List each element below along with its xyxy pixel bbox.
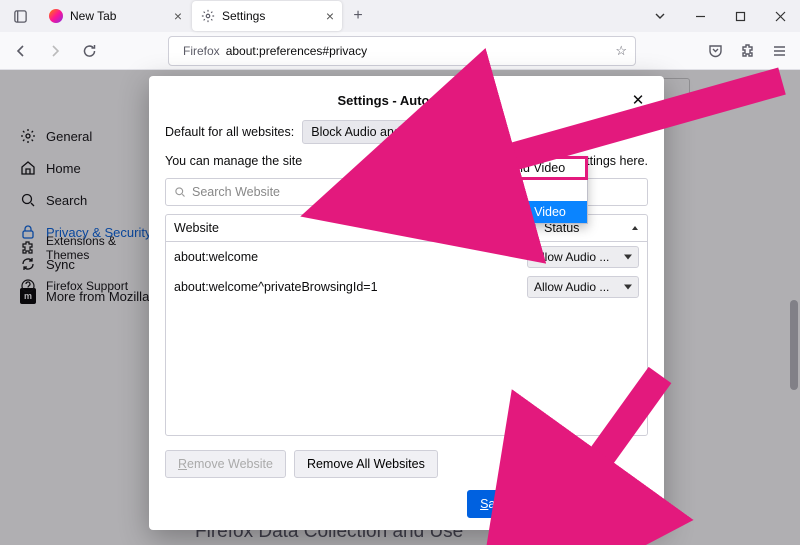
remove-website-button[interactable]: Remove Website (165, 450, 286, 478)
table-row[interactable]: about:welcome^privateBrowsingId=1 Allow … (166, 272, 647, 302)
table-row[interactable]: about:welcome Allow Audio ... (166, 242, 647, 272)
tab-new-tab[interactable]: New Tab × (40, 1, 190, 31)
forward-button[interactable] (40, 36, 70, 66)
manage-text: You can manage the site (165, 154, 302, 168)
maximize-button[interactable] (720, 0, 760, 32)
default-autoplay-select[interactable]: Block Audio and Video (302, 120, 472, 144)
close-icon[interactable]: × (174, 8, 182, 24)
extensions-icon[interactable] (732, 36, 762, 66)
back-button[interactable] (6, 36, 36, 66)
reload-button[interactable] (74, 36, 104, 66)
firefox-icon (48, 8, 64, 24)
websites-table: Website Status about:welcome Allow Audio… (165, 214, 648, 436)
workspaces-icon[interactable] (0, 9, 40, 24)
bookmark-star-icon[interactable]: ☆ (615, 43, 627, 59)
resize-grip[interactable] (648, 514, 660, 526)
tab-label: Settings (222, 9, 265, 23)
autoplay-dropdown-menu: Allow Audio and Video Block Audio Block … (432, 156, 588, 224)
cell-website: about:welcome^privateBrowsingId=1 (174, 280, 527, 294)
gear-icon (200, 8, 216, 24)
search-icon (174, 186, 186, 198)
row-status-select[interactable]: Allow Audio ... (527, 246, 639, 268)
sort-asc-icon (631, 224, 639, 232)
default-label: Default for all websites: (165, 125, 294, 139)
cancel-button[interactable]: Cancel (583, 490, 648, 518)
autoplay-settings-dialog: Settings - Autoplay ✕ Default for all we… (149, 76, 664, 530)
close-icon[interactable]: × (326, 8, 334, 24)
tab-settings[interactable]: Settings × (192, 1, 342, 31)
cell-website: about:welcome (174, 250, 527, 264)
save-to-pocket-icon[interactable] (700, 36, 730, 66)
tab-label: New Tab (70, 9, 116, 23)
minimize-button[interactable] (680, 0, 720, 32)
list-all-tabs-icon[interactable] (640, 0, 680, 32)
url-bar[interactable]: Firefox about:preferences#privacy ☆ (168, 36, 636, 66)
row-status-select[interactable]: Allow Audio ... (527, 276, 639, 298)
dialog-close-button[interactable]: ✕ (628, 90, 648, 110)
urlbar-identity: Firefox (183, 44, 220, 58)
window-titlebar: New Tab × Settings × + (0, 0, 800, 32)
urlbar-path: about:preferences#privacy (226, 44, 367, 58)
dialog-title: Settings - Autoplay (165, 93, 628, 108)
remove-all-websites-button[interactable]: Remove All Websites (294, 450, 438, 478)
close-window-button[interactable] (760, 0, 800, 32)
dropdown-option-block-audio[interactable]: Block Audio (433, 179, 587, 201)
search-placeholder: Search Website (192, 185, 280, 199)
nav-toolbar: Firefox about:preferences#privacy ☆ (0, 32, 800, 70)
dropdown-option-allow[interactable]: Allow Audio and Video (433, 157, 587, 179)
new-tab-button[interactable]: + (344, 7, 372, 25)
save-changes-button[interactable]: Save Changes (467, 490, 575, 518)
dropdown-option-block-av[interactable]: Block Audio and Video (433, 201, 587, 223)
app-menu-icon[interactable] (764, 36, 794, 66)
